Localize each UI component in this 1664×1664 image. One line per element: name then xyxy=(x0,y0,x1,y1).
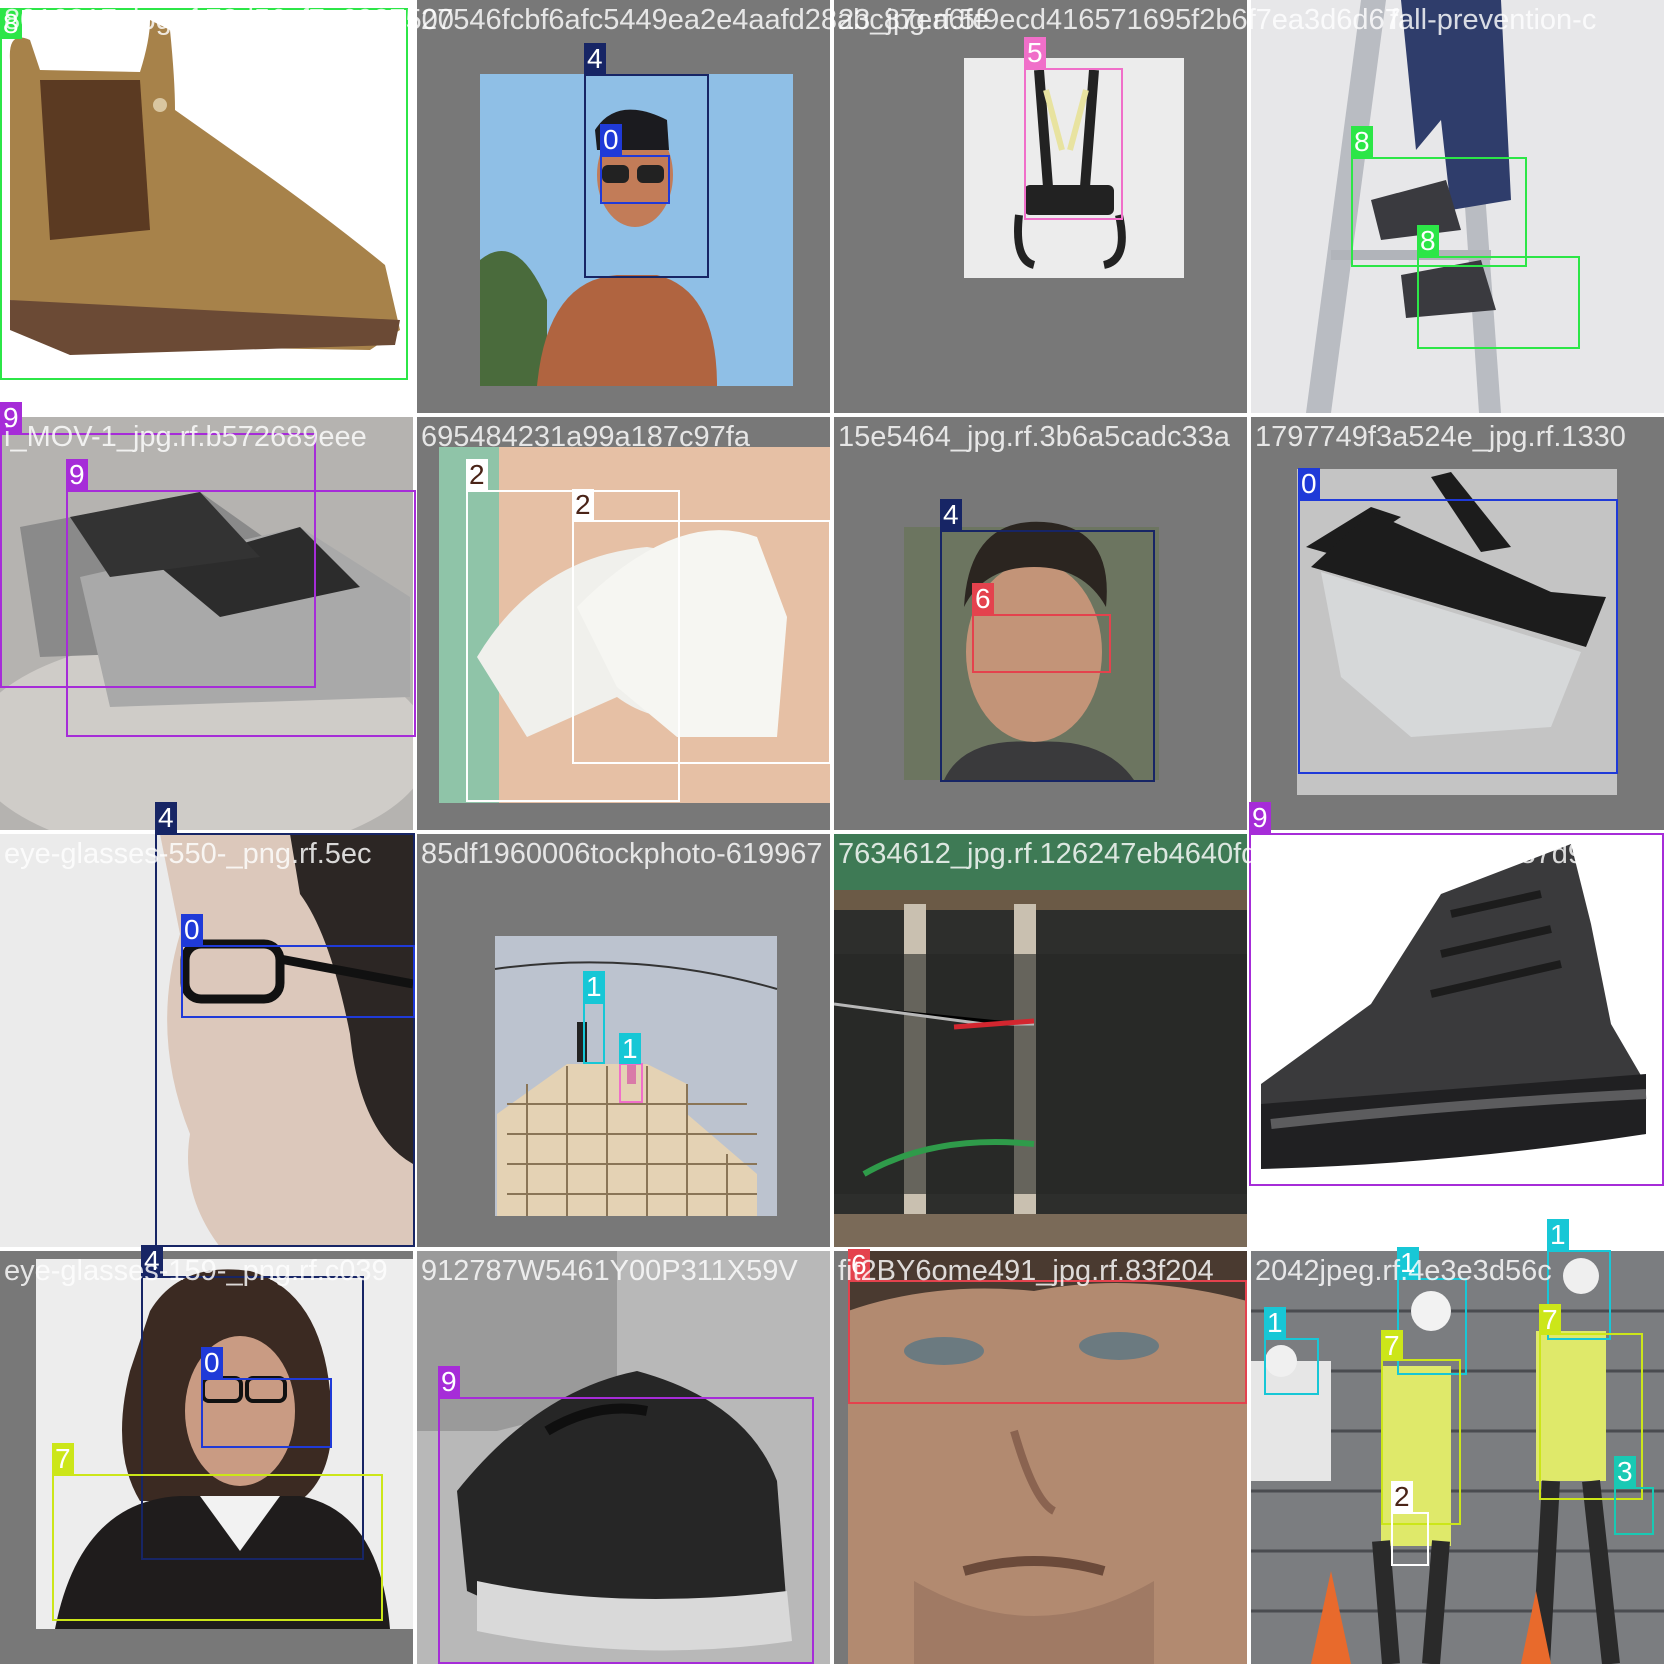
bbox-t16-5-label: 3 xyxy=(1614,1456,1636,1487)
bbox-t3-0 xyxy=(1024,68,1123,220)
bbox-t9-0-label: 4 xyxy=(155,802,177,833)
tile-scaffold xyxy=(834,834,1247,1247)
bbox-t10-0-label: 1 xyxy=(583,971,605,1002)
bbox-t2-1 xyxy=(600,155,670,204)
tile-13-filename: eye-glasses-159-_png.rf.c039 xyxy=(4,1255,388,1287)
bbox-t6-1-label: 2 xyxy=(572,489,594,520)
tile-3-filename: 23_jpg.rf.5f9ecd416571695f2b6f7ea3d6d67 xyxy=(838,4,1401,36)
bbox-t16-0 xyxy=(1264,1338,1319,1395)
bbox-t9-1 xyxy=(181,945,415,1018)
tile-5-filename: i_MOV-1_jpg.rf.b572689eee xyxy=(4,421,367,453)
tile-4-filename: fall-prevention-c xyxy=(1390,4,1597,36)
bbox-t16-0-label: 1 xyxy=(1264,1307,1286,1338)
tile-11-filename: 7634612_jpg.rf.126247eb4640fd xyxy=(838,838,1258,870)
bbox-t2-0-label: 4 xyxy=(584,43,606,74)
bbox-t6-1 xyxy=(572,520,831,764)
bbox-t16-5 xyxy=(1614,1487,1654,1535)
bbox-t12-0 xyxy=(1249,833,1664,1186)
tile-16-filename: 2042jpeg.rf.4e3e3d56c xyxy=(1255,1255,1552,1287)
bbox-t14-0 xyxy=(438,1397,814,1664)
bbox-t4-0 xyxy=(1351,157,1527,267)
bbox-t15-0 xyxy=(848,1280,1247,1404)
bbox-t4-1-label: 8 xyxy=(1417,225,1439,256)
bbox-t7-1-label: 6 xyxy=(972,583,994,614)
bbox-t16-6-label: 2 xyxy=(1391,1481,1413,1512)
bbox-t16-2-label: 1 xyxy=(1547,1219,1569,1250)
bbox-t13-2-label: 7 xyxy=(52,1443,74,1474)
tile-7-filename: 15e5464_jpg.rf.3b6a5cadc33a xyxy=(838,421,1230,453)
bbox-t3-0-label: 5 xyxy=(1024,37,1046,68)
bbox-t10-1 xyxy=(619,1063,643,1103)
bbox-t9-1-label: 0 xyxy=(181,914,203,945)
bbox-t13-2 xyxy=(52,1474,383,1621)
bbox-t8-0 xyxy=(1298,499,1618,774)
bbox-t5-1 xyxy=(66,490,416,737)
tile-10-filename: 85df1960006tockphoto-619967 xyxy=(421,838,823,870)
bbox-t16-6 xyxy=(1391,1512,1429,1566)
bbox-t7-0-label: 4 xyxy=(940,499,962,530)
bbox-t4-0-label: 8 xyxy=(1351,126,1373,157)
bbox-t8-0-label: 0 xyxy=(1298,468,1320,499)
bbox-t1-0 xyxy=(0,8,408,380)
scaffold-image xyxy=(834,834,1247,1247)
bbox-t2-1-label: 0 xyxy=(600,124,622,155)
bbox-t6-0-label: 2 xyxy=(466,459,488,490)
tile-14-filename: 912787W5461Y00P311X59V xyxy=(421,1255,798,1287)
tile-1-filename: 8010817_jpg.rf.72d56cf7e6927500 xyxy=(4,4,454,36)
bbox-t13-1-label: 0 xyxy=(201,1347,223,1378)
bbox-t10-0 xyxy=(583,1002,605,1064)
bbox-t13-1 xyxy=(201,1378,332,1448)
tile-12-filename: 48533351jpg55d44987d909 xyxy=(1255,838,1617,870)
batch-mosaic: 8010817_jpg.rf.72d56cf7e6927500 27546fcb… xyxy=(0,0,1664,1664)
bbox-t16-3-label: 7 xyxy=(1381,1330,1403,1361)
tile-6-filename: 695484231a99a187c97fa xyxy=(421,421,750,453)
bbox-t9-0 xyxy=(155,833,415,1247)
bbox-t16-4-label: 7 xyxy=(1539,1304,1561,1335)
bbox-t7-1 xyxy=(972,614,1111,673)
bbox-t5-1-label: 9 xyxy=(66,459,88,490)
bbox-t14-0-label: 9 xyxy=(438,1366,460,1397)
tile-8-filename: 1797749f3a524e_jpg.rf.1330 xyxy=(1255,421,1626,453)
bbox-t12-0-label: 9 xyxy=(1249,802,1271,833)
bbox-t10-1-label: 1 xyxy=(619,1033,641,1064)
bbox-t4-1 xyxy=(1417,256,1580,349)
tile-9-filename: eye-glasses-550-_png.rf.5ec xyxy=(4,838,372,870)
tile-15-filename: fit2BY6ome491_jpg.rf.83f204 xyxy=(838,1255,1214,1287)
